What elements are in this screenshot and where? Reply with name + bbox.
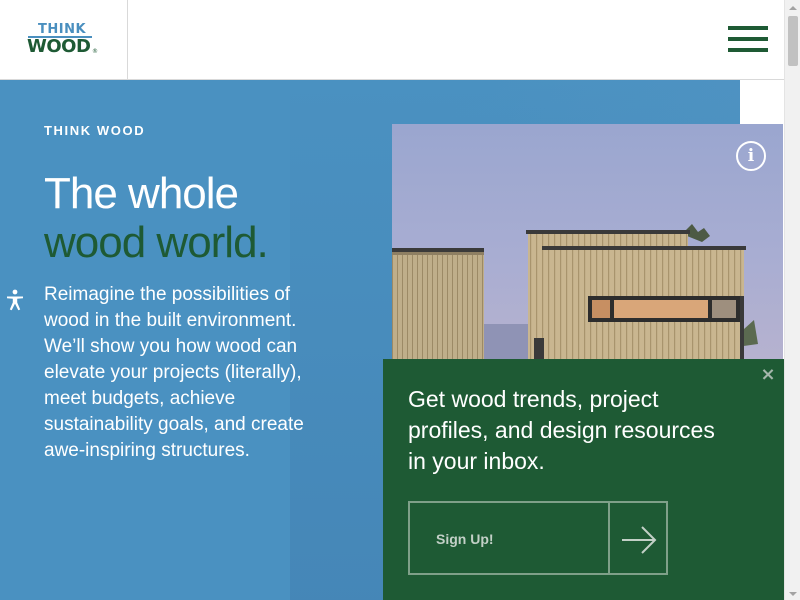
site-header: THINK WOOD ® <box>0 0 784 80</box>
sign-up-label: Sign Up! <box>436 531 494 547</box>
newsletter-signup-text: Get wood trends, project profiles, and d… <box>408 384 758 477</box>
hero-body-copy: Reimagine the possibilities of wood in t… <box>44 282 344 464</box>
wood-buildings-illustration <box>392 224 758 360</box>
logo-think-text: THINK <box>38 22 87 37</box>
logo-registered-mark: ® <box>92 48 98 55</box>
accessibility-button[interactable] <box>4 288 26 312</box>
hero-headline-line2: wood world. <box>44 218 269 267</box>
close-icon[interactable]: × <box>758 364 778 386</box>
arrow-right-icon <box>622 526 657 554</box>
scrollbar-thumb[interactable] <box>788 16 798 66</box>
hero-body-line: sustainability goals, and create <box>44 414 304 435</box>
sign-up-arrow-button[interactable] <box>608 501 668 575</box>
hero-corner-gap <box>740 80 784 124</box>
signup-text-line: in your inbox. <box>408 448 545 474</box>
hero-eyebrow: THINK WOOD <box>44 123 146 138</box>
hero-body-line: wood in the built environment. <box>44 310 297 331</box>
scroll-up-button[interactable] <box>785 0 800 14</box>
hero-photo <box>392 124 783 360</box>
hero-body-line: We’ll show you how wood can <box>44 336 298 357</box>
accessibility-icon <box>7 289 23 311</box>
triangle-down-icon <box>789 592 797 596</box>
logo-link[interactable]: THINK WOOD ® <box>0 0 128 80</box>
sign-up-button[interactable]: Sign Up! <box>408 501 610 575</box>
hero-body-line: elevate your projects (literally), <box>44 362 302 383</box>
signup-text-line: profiles, and design resources <box>408 417 715 443</box>
hero-body-line: awe-inspiring structures. <box>44 440 250 461</box>
hero-body-line: Reimagine the possibilities of <box>44 284 291 305</box>
hero-body-line: meet budgets, achieve <box>44 388 236 409</box>
page-scrollbar[interactable] <box>784 0 800 600</box>
scroll-down-button[interactable] <box>785 586 800 600</box>
hero-headline-line1: The whole <box>44 169 239 218</box>
triangle-up-icon <box>789 6 797 10</box>
logo-wood-text: WOOD <box>27 36 91 57</box>
photo-info-button[interactable]: i <box>736 141 766 171</box>
info-icon: i <box>747 146 755 166</box>
hamburger-menu-button[interactable] <box>726 24 770 54</box>
signup-text-line: Get wood trends, project <box>408 386 659 412</box>
